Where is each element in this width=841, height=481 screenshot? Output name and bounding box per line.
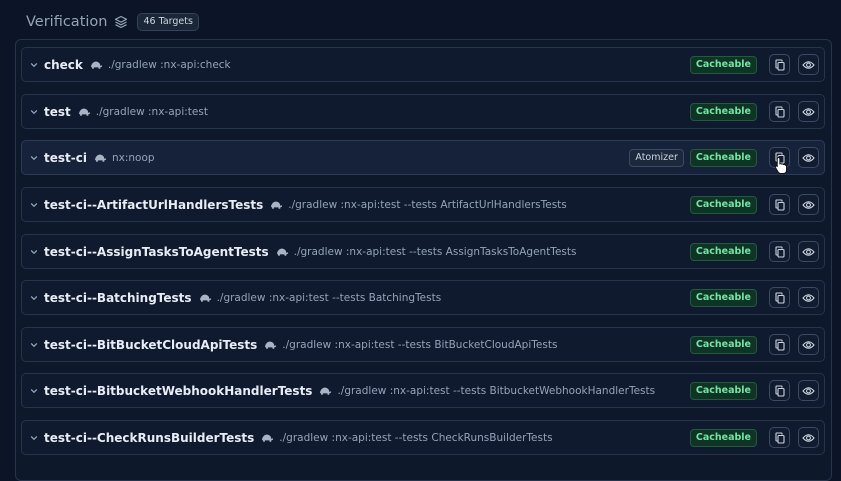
copy-icon xyxy=(774,338,786,351)
target-row-artifact-url-handlers-tests[interactable]: test-ci--ArtifactUrlHandlersTests ./grad… xyxy=(21,187,825,222)
copy-button[interactable] xyxy=(769,427,790,448)
view-button[interactable] xyxy=(798,54,819,75)
target-row-bitbucket-webhook-handler-tests[interactable]: test-ci--BitbucketWebhookHandlerTests ./… xyxy=(21,373,825,408)
view-button[interactable] xyxy=(798,287,819,308)
target-name: test xyxy=(44,104,71,119)
eye-icon xyxy=(802,152,815,164)
target-row-test-ci[interactable]: test-ci nx:noop Atomizer Cacheable xyxy=(21,140,825,175)
turtle-icon xyxy=(260,432,274,443)
target-command: ./gradlew :nx-api:test --tests BatchingT… xyxy=(216,291,442,304)
target-command: ./gradlew :nx-api:test --tests ArtifactU… xyxy=(288,198,567,211)
chevron-down-icon[interactable] xyxy=(29,153,39,163)
target-row-assign-tasks-to-agent-tests[interactable]: test-ci--AssignTasksToAgentTests ./gradl… xyxy=(21,234,825,269)
view-button[interactable] xyxy=(798,101,819,122)
target-row-check[interactable]: check ./gradlew :nx-api:check Cacheable xyxy=(21,47,825,82)
chevron-down-icon[interactable] xyxy=(29,293,39,303)
copy-icon xyxy=(774,291,786,304)
view-button[interactable] xyxy=(798,241,819,262)
copy-button[interactable] xyxy=(769,334,790,355)
eye-icon xyxy=(802,432,815,444)
copy-icon xyxy=(774,198,786,211)
turtle-icon xyxy=(93,152,107,163)
copy-button[interactable] xyxy=(769,380,790,401)
copy-icon xyxy=(774,105,786,118)
copy-button[interactable] xyxy=(769,101,790,122)
cacheable-badge: Cacheable xyxy=(689,148,757,167)
chevron-down-icon[interactable] xyxy=(29,386,39,396)
target-command: ./gradlew :nx-api:test --tests CheckRuns… xyxy=(279,431,553,444)
target-name: test-ci--BitbucketWebhookHandlerTests xyxy=(44,383,313,398)
eye-icon xyxy=(802,106,815,118)
target-row-check-runs-builder-tests[interactable]: test-ci--CheckRunsBuilderTests ./gradlew… xyxy=(21,420,825,455)
target-command: nx:noop xyxy=(111,151,155,164)
turtle-icon xyxy=(89,59,103,70)
copy-button[interactable] xyxy=(769,194,790,215)
copy-icon xyxy=(774,245,786,258)
chevron-down-icon[interactable] xyxy=(29,107,39,117)
target-name: test-ci--BatchingTests xyxy=(44,290,192,305)
cursor-icon xyxy=(775,157,787,174)
section-title: Verification xyxy=(26,14,108,30)
target-name: test-ci xyxy=(44,150,87,165)
cacheable-badge: Cacheable xyxy=(689,335,757,354)
chevron-down-icon[interactable] xyxy=(29,247,39,257)
chevron-down-icon[interactable] xyxy=(29,200,39,210)
view-button[interactable] xyxy=(798,194,819,215)
target-name: check xyxy=(44,57,83,72)
copy-icon xyxy=(774,431,786,444)
target-command: ./gradlew :nx-api:test --tests Bitbucket… xyxy=(337,384,656,397)
view-button[interactable] xyxy=(798,147,819,168)
cacheable-badge: Cacheable xyxy=(689,381,757,400)
target-row-bitbucket-cloud-api-tests[interactable]: test-ci--BitBucketCloudApiTests ./gradle… xyxy=(21,327,825,362)
target-row-test[interactable]: test ./gradlew :nx-api:test Cacheable xyxy=(21,94,825,129)
turtle-icon xyxy=(263,339,277,350)
atomizer-badge: Atomizer xyxy=(629,148,684,167)
target-name: test-ci--BitBucketCloudApiTests xyxy=(44,337,258,352)
eye-icon xyxy=(802,246,815,258)
eye-icon xyxy=(802,59,815,71)
cacheable-badge: Cacheable xyxy=(689,288,757,307)
chevron-down-icon[interactable] xyxy=(29,433,39,443)
target-name: test-ci--ArtifactUrlHandlersTests xyxy=(44,197,264,212)
view-button[interactable] xyxy=(798,427,819,448)
cacheable-badge: Cacheable xyxy=(689,242,757,261)
turtle-icon xyxy=(318,385,332,396)
target-command: ./gradlew :nx-api:test xyxy=(95,105,208,118)
eye-icon xyxy=(802,339,815,351)
cacheable-badge: Cacheable xyxy=(689,102,757,121)
copy-icon xyxy=(774,384,786,397)
eye-icon xyxy=(802,292,815,304)
section-header: Verification 46 Targets xyxy=(26,12,199,32)
copy-button[interactable] xyxy=(769,241,790,262)
chevron-down-icon[interactable] xyxy=(29,340,39,350)
target-row-batching-tests[interactable]: test-ci--BatchingTests ./gradlew :nx-api… xyxy=(21,280,825,315)
cacheable-badge: Cacheable xyxy=(689,55,757,74)
layers-icon xyxy=(114,15,128,29)
target-name: test-ci--CheckRunsBuilderTests xyxy=(44,430,255,445)
copy-icon xyxy=(774,58,786,71)
eye-icon xyxy=(802,385,815,397)
target-command: ./gradlew :nx-api:test --tests AssignTas… xyxy=(293,245,577,258)
turtle-icon xyxy=(275,246,289,257)
cacheable-badge: Cacheable xyxy=(689,428,757,447)
target-command: ./gradlew :nx-api:check xyxy=(107,58,231,71)
cacheable-badge: Cacheable xyxy=(689,195,757,214)
targets-count-badge: 46 Targets xyxy=(137,13,199,31)
turtle-icon xyxy=(269,199,283,210)
view-button[interactable] xyxy=(798,380,819,401)
turtle-icon xyxy=(198,292,212,303)
view-button[interactable] xyxy=(798,334,819,355)
target-name: test-ci--AssignTasksToAgentTests xyxy=(44,244,269,259)
copy-button[interactable] xyxy=(769,287,790,308)
copy-button[interactable] xyxy=(769,54,790,75)
target-command: ./gradlew :nx-api:test --tests BitBucket… xyxy=(282,338,558,351)
targets-panel: check ./gradlew :nx-api:check Cacheable … xyxy=(15,39,832,481)
eye-icon xyxy=(802,199,815,211)
chevron-down-icon[interactable] xyxy=(29,60,39,70)
turtle-icon xyxy=(77,106,91,117)
